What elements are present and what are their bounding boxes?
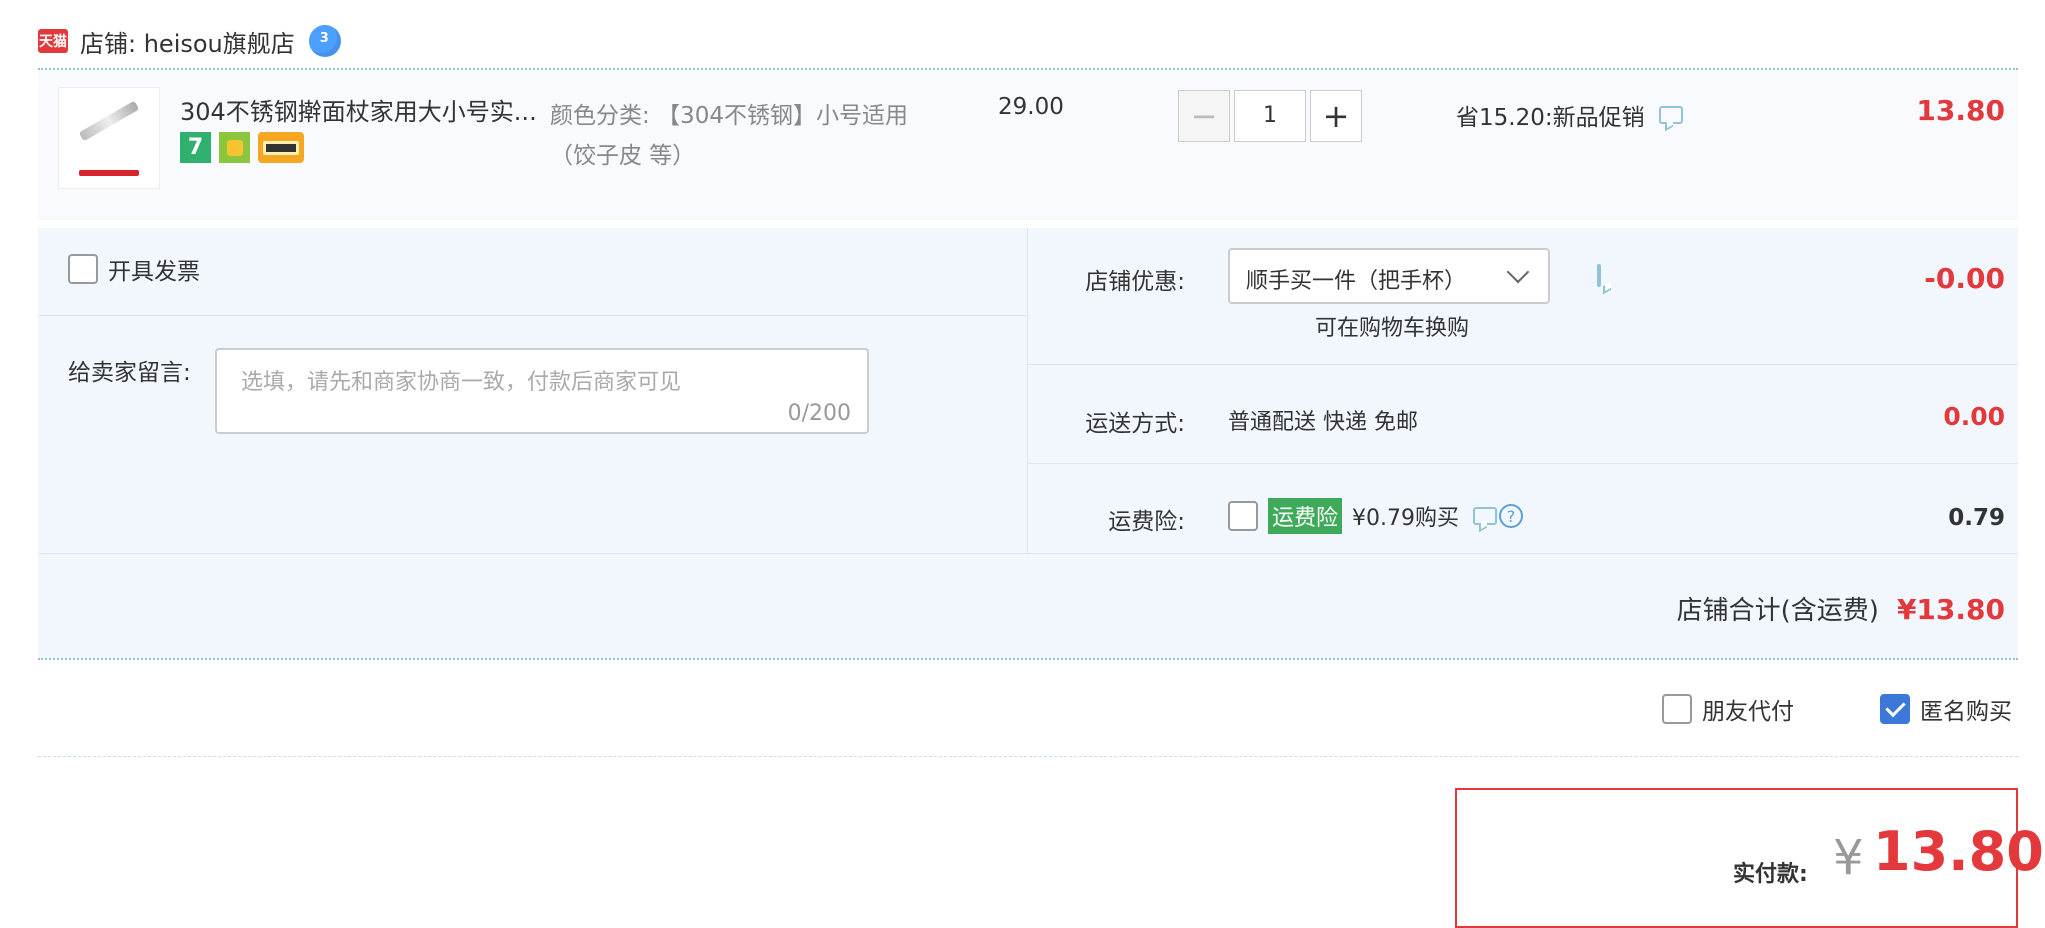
anonymous-checkbox[interactable] [1880, 694, 1910, 724]
invoice-option[interactable]: 开具发票 [68, 252, 200, 286]
guarantee-icon[interactable] [219, 132, 250, 163]
service-badges: 7 [180, 132, 304, 163]
shop-name[interactable]: 店铺: heisou旗舰店 [80, 24, 295, 59]
item-total: 13.80 [1916, 94, 2005, 127]
quantity-plus-button[interactable]: + [1310, 90, 1362, 142]
pay-amount: 13.80 [1873, 820, 2044, 883]
quantity-stepper: − 1 + [1178, 90, 1362, 142]
anonymous-label: 匿名购买 [1920, 699, 2012, 725]
unit-price: 29.00 [998, 94, 1064, 120]
product-title[interactable]: 304不锈钢擀面杖家用大小号实... [180, 92, 550, 127]
quantity-input[interactable]: 1 [1234, 90, 1306, 142]
subtotal-label: 店铺合计(含运费) [1676, 596, 1879, 626]
quantity-minus-button[interactable]: − [1178, 90, 1230, 142]
insurance-tag: 运费险 [1268, 498, 1343, 534]
currency-symbol: ¥ [1833, 830, 1864, 886]
seller-message-input[interactable]: 选填，请先和商家协商一致，付款后商家可见 0/200 [215, 348, 869, 434]
product-sku: 颜色分类: 【304不锈钢】小号适用（饺子皮 等） [550, 103, 908, 169]
shipping-label: 运送方式: [1085, 411, 1185, 437]
help-icon[interactable]: ? [1499, 504, 1523, 528]
wangwang-chat-icon[interactable] [308, 25, 341, 57]
insurance-label: 运费险: [1108, 509, 1185, 535]
discount-value: -0.00 [1924, 262, 2005, 295]
divider [1028, 463, 2018, 464]
divider [38, 658, 2018, 660]
shipping-method: 普通配送 快递 免邮 [1228, 410, 1418, 435]
seven-day-return-icon[interactable]: 7 [180, 132, 211, 163]
friend-pay-option[interactable]: 朋友代付 [1662, 692, 1794, 726]
divider [38, 315, 1027, 316]
insurance-price: ¥0.79购买 [1352, 506, 1459, 531]
divider [38, 553, 2018, 554]
shipping-insurance-option: 运费险 ¥0.79购买 ? [1228, 498, 1523, 534]
shop-discount-select[interactable]: 顺手买一件（把手杯） [1228, 248, 1550, 304]
invoice-checkbox[interactable] [68, 254, 98, 284]
anonymous-purchase-option[interactable]: 匿名购买 [1880, 692, 2012, 726]
message-char-count: 0/200 [787, 401, 851, 426]
payment-summary: 实付款: ¥ 13.80 [1455, 788, 2044, 928]
shop-subtotal: 店铺合计(含运费) ¥13.80 [1677, 590, 2005, 627]
comment-icon[interactable] [1658, 106, 1683, 124]
credit-card-icon[interactable] [258, 132, 304, 163]
divider [38, 756, 2018, 757]
shop-header: 天猫 店铺: heisou旗舰店 [38, 20, 341, 62]
shipping-value: 0.00 [1943, 402, 2005, 431]
discount-note: 可在购物车换购 [1315, 316, 1470, 341]
chevron-down-icon [1506, 260, 1530, 284]
message-placeholder: 选填，请先和商家协商一致，付款后商家可见 [241, 370, 682, 395]
friend-pay-label: 朋友代付 [1702, 699, 1794, 725]
insurance-checkbox[interactable] [1228, 501, 1258, 531]
discount-selected: 顺手买一件（把手杯） [1246, 269, 1467, 294]
divider [1028, 364, 2018, 365]
friend-pay-checkbox[interactable] [1662, 694, 1692, 724]
promotion-text: 省15.20:新品促销 [1456, 105, 1645, 131]
product-thumbnail[interactable] [58, 87, 160, 189]
comment-icon[interactable] [1473, 507, 1497, 525]
comment-icon[interactable] [1597, 264, 1601, 287]
discount-label: 店铺优惠: [1085, 269, 1185, 295]
promotion-info: 省15.20:新品促销 [1456, 98, 1683, 132]
invoice-label: 开具发票 [108, 259, 200, 285]
tmall-logo-icon: 天猫 [38, 29, 68, 53]
insurance-value: 0.79 [1948, 505, 2005, 531]
subtotal-value: ¥13.80 [1896, 593, 2005, 626]
message-label: 给卖家留言: [68, 360, 191, 386]
pay-label: 实付款: [1733, 862, 1808, 887]
